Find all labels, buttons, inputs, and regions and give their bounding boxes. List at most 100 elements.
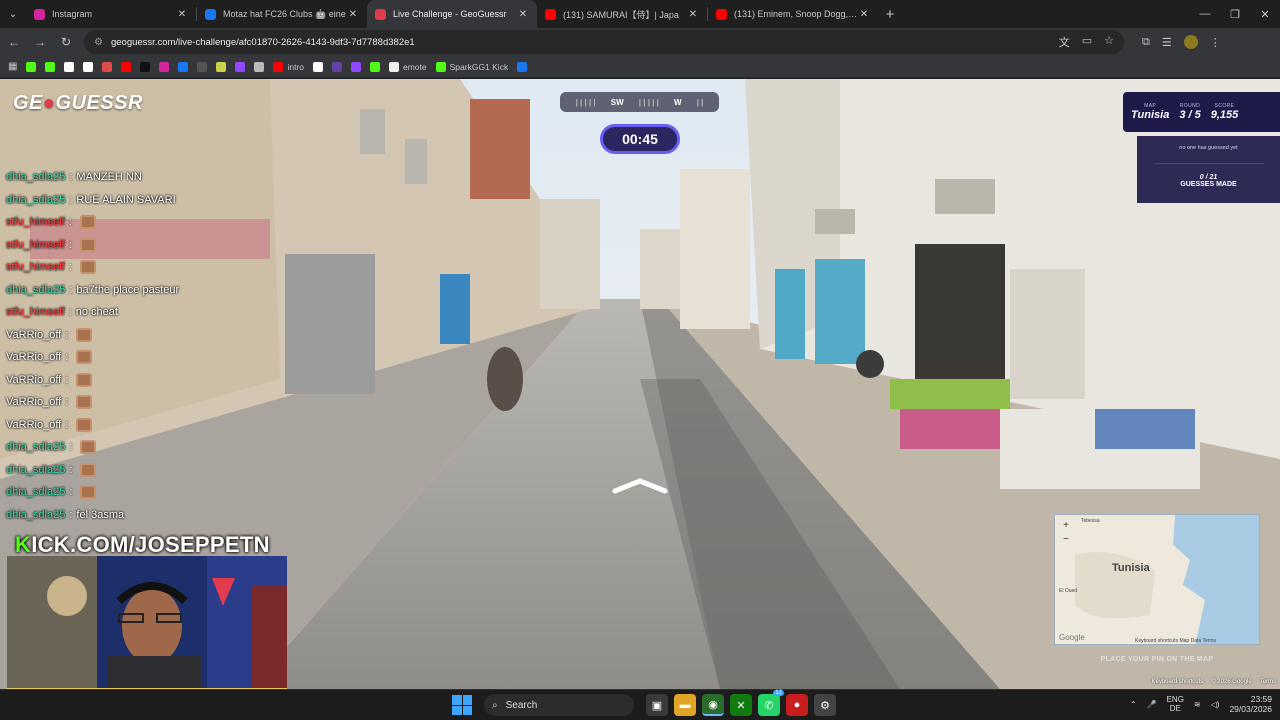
bookmark-item[interactable] (517, 61, 528, 72)
chat-username: VaRRio_off (6, 396, 62, 409)
recording-app-icon[interactable]: ● (786, 694, 808, 716)
tray-overflow-icon[interactable]: ⌃ (1130, 700, 1137, 709)
whatsapp-icon[interactable]: ✆ 12 (758, 690, 784, 716)
chat-separator: : (65, 396, 69, 409)
chat-message: dhia_sdla25: fel 3asma (6, 504, 306, 527)
close-window-icon[interactable]: ✕ (1250, 0, 1280, 28)
zoom-out-icon[interactable]: − (1059, 533, 1073, 547)
volume-icon[interactable]: ◁) (1211, 700, 1220, 709)
bookmark-item[interactable]: intro (273, 61, 304, 72)
extensions-icon[interactable]: ⧉ (1142, 36, 1150, 49)
bookmark-favicon-icon (254, 61, 265, 72)
compass: | | | | | SW | | | | | W | | (560, 92, 719, 112)
tab-close-icon[interactable]: ✕ (347, 9, 359, 20)
bookmark-item[interactable] (159, 61, 170, 72)
chat-emote-icon (76, 327, 93, 342)
tab-close-icon[interactable]: ✕ (176, 9, 188, 20)
location-pin-icon: ● (42, 92, 56, 114)
menu-icon[interactable]: ⋮ (1210, 36, 1221, 49)
language-indicator[interactable]: ENG DE (1167, 695, 1184, 713)
site-info-icon[interactable]: ⚙ (94, 37, 103, 48)
bookmark-item[interactable] (26, 61, 37, 72)
chat-emote-icon (80, 485, 97, 500)
microphone-icon[interactable]: 🎤 (1147, 700, 1157, 709)
bookmark-item[interactable]: emote (389, 61, 427, 72)
bookmark-item[interactable] (370, 61, 380, 72)
chat-separator: : (69, 283, 73, 296)
zoom-in-icon[interactable]: + (1059, 519, 1073, 533)
chat-emote-icon (80, 462, 97, 477)
bookmark-item[interactable] (121, 61, 132, 72)
system-clock[interactable]: 23:59 29/03/2026 (1229, 694, 1272, 714)
bookmark-favicon-icon (121, 61, 132, 72)
bookmark-item[interactable] (45, 61, 56, 72)
tab-close-icon[interactable]: ✕ (687, 9, 699, 20)
game-status: MAP Tunisia ROUND 3 / 5 SCORE 9,155 (1123, 92, 1280, 132)
tab-close-icon[interactable]: ✕ (517, 9, 529, 20)
cast-icon[interactable]: ▭ (1082, 34, 1092, 50)
bookmark-favicon-icon (351, 61, 361, 72)
task-view-icon[interactable]: ▣ (646, 694, 668, 716)
bookmark-item[interactable] (197, 61, 208, 72)
minimap-image (1055, 515, 1259, 644)
translate-icon[interactable]: 文 (1059, 34, 1070, 50)
footer-link[interactable]: © 2026 Google (1211, 679, 1251, 685)
settings-app-icon[interactable]: ⚙ (814, 694, 836, 716)
browser-tab[interactable]: Motaz hat FC26 Clubs 🤖 eine ✕ (197, 0, 367, 28)
place-pin-button[interactable]: PLACE YOUR PIN ON THE MAP (1054, 656, 1260, 674)
chrome-icon[interactable]: ◉ (702, 694, 724, 716)
chat-username: stfu_himself (6, 238, 65, 251)
forward-icon[interactable]: → (28, 30, 52, 54)
reading-list-icon[interactable]: ☰ (1162, 36, 1172, 49)
bookmark-favicon-icon (313, 61, 323, 72)
bookmark-item[interactable]: SparkGG1 Kick (435, 61, 508, 72)
bookmark-item[interactable] (102, 61, 113, 72)
bookmark-favicon-icon (64, 61, 75, 72)
wifi-icon[interactable]: ≋ (1194, 700, 1201, 709)
bookmark-item[interactable] (83, 61, 94, 72)
new-tab-icon[interactable]: + (878, 0, 902, 28)
minimap-footer-links[interactable]: Keyboard shortcuts Map Data Terms (1135, 638, 1216, 644)
back-icon[interactable]: ← (2, 30, 26, 54)
chat-message: dhia_sdla25: (6, 436, 306, 459)
bookmark-item[interactable] (235, 61, 246, 72)
tab-search-icon[interactable]: ⌄ (0, 0, 26, 28)
bookmark-item[interactable] (140, 61, 151, 72)
minimize-icon[interactable]: — (1190, 0, 1220, 28)
guess-minimap[interactable]: + − Tunisia Tebessa El Oued Google Keybo… (1054, 514, 1260, 645)
windows-taskbar: ⌕ Search ▣ ▬ ◉ ✕ ✆ 12 ● ⚙ ⌃ 🎤 ENG DE ≋ ◁)… (0, 689, 1280, 720)
restore-icon[interactable]: ❐ (1220, 0, 1250, 28)
chat-separator: : (65, 418, 69, 431)
browser-tab[interactable]: Instagram ✕ (26, 0, 196, 28)
chat-username: VaRRio_off (6, 373, 62, 386)
notification-badge: 12 (773, 690, 784, 696)
footer-link[interactable]: Keyboard shortcuts (1152, 679, 1204, 685)
browser-tab[interactable]: (131) Eminem, Snoop Dogg, 50 ✕ (708, 0, 878, 28)
browser-tab[interactable]: Live Challenge - GeoGuessr ✕ (367, 0, 537, 28)
chat-username: dhia_sdla25 (6, 441, 66, 454)
tab-title: Motaz hat FC26 Clubs 🤖 eine (223, 8, 346, 19)
apps-grid-icon[interactable]: ▦ (8, 61, 17, 72)
xbox-icon[interactable]: ✕ (730, 694, 752, 716)
bookmarks-bar: ▦ intro emote SparkGG1 Kick (0, 56, 1280, 78)
footer-link[interactable]: Terms (1260, 679, 1276, 685)
reload-icon[interactable]: ↻ (54, 30, 78, 54)
bookmark-item[interactable] (351, 61, 361, 72)
bookmark-item[interactable] (332, 61, 342, 72)
taskbar-search[interactable]: ⌕ Search (484, 694, 634, 716)
chat-emote-icon (76, 350, 93, 365)
bookmark-item[interactable] (216, 61, 227, 72)
windows-start-icon[interactable] (452, 695, 472, 715)
browser-tab[interactable]: (131) SAMURAI【侍】| Japa ✕ (537, 0, 707, 28)
address-bar[interactable]: ⚙ geoguessr.com/live-challenge/afc01870-… (84, 30, 1124, 54)
file-explorer-icon[interactable]: ▬ (674, 694, 696, 716)
tab-close-icon[interactable]: ✕ (858, 9, 870, 20)
bookmark-favicon-icon (332, 61, 342, 72)
bookmark-star-icon[interactable]: ☆ (1104, 34, 1114, 50)
bookmark-item[interactable] (178, 61, 189, 72)
profile-avatar[interactable] (1183, 35, 1198, 49)
tab-strip: Instagram ✕ Motaz hat FC26 Clubs 🤖 eine ✕ Li… (26, 0, 878, 28)
bookmark-item[interactable] (254, 61, 265, 72)
bookmark-item[interactable] (64, 61, 75, 72)
bookmark-item[interactable] (313, 61, 323, 72)
